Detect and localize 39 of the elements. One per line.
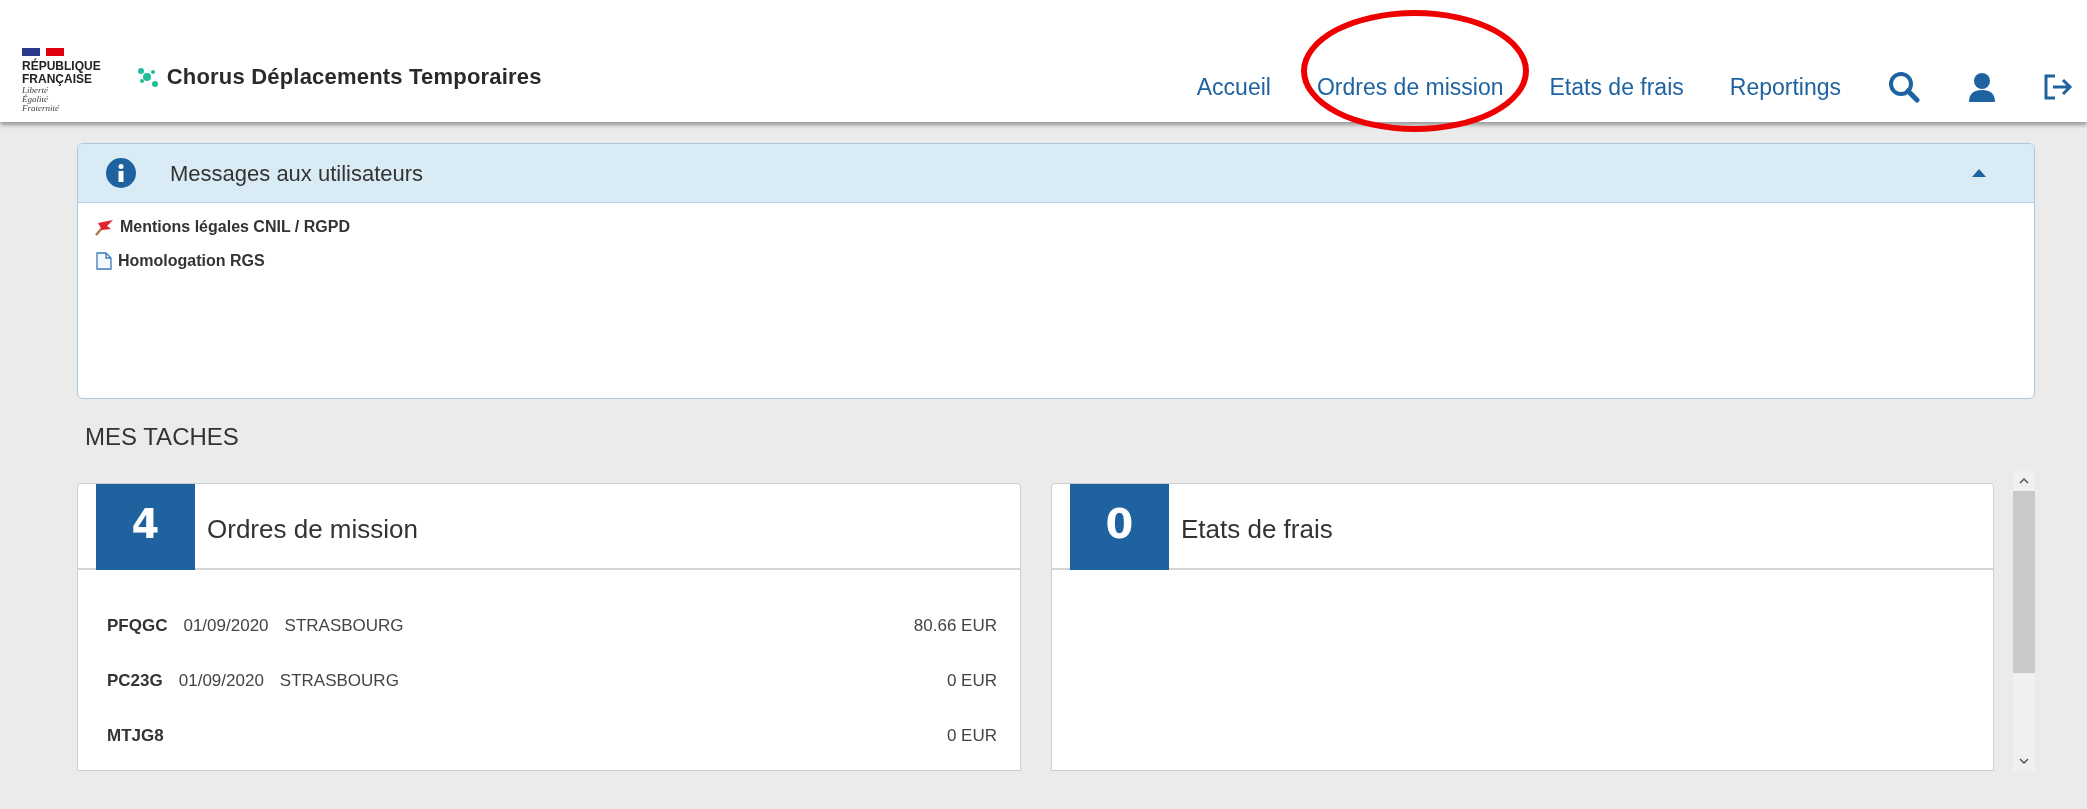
- logout-button[interactable]: [2043, 72, 2073, 103]
- panel-title: Messages aux utilisateurs: [170, 159, 424, 188]
- task-code: MTJG8: [107, 725, 164, 748]
- card-title: Ordres de mission: [207, 513, 418, 546]
- section-title: MES TACHES: [85, 425, 240, 449]
- logo-text: RÉPUBLIQUE: [22, 60, 101, 73]
- message-link[interactable]: Homologation RGS: [118, 249, 265, 273]
- nav-link[interactable]: Reportings: [1729, 74, 1841, 100]
- task-code: PFQGC: [107, 615, 168, 638]
- collapse-caret-icon[interactable]: [1972, 169, 1986, 177]
- flag-icon: [94, 218, 114, 236]
- search-button[interactable]: [1887, 70, 1921, 105]
- motto-text: Fraternité: [22, 104, 60, 113]
- task-city: STRASBOURG: [284, 615, 404, 638]
- motto-text: Liberté: [22, 86, 48, 95]
- message-link[interactable]: Mentions légales CNIL / RGPD: [120, 215, 350, 239]
- info-icon: [106, 158, 136, 188]
- panel-header[interactable]: Messages aux utilisateurs: [78, 144, 2034, 203]
- task-code: PC23G: [107, 670, 163, 693]
- motto-text: Égalité: [22, 95, 48, 104]
- card-title: Etats de frais: [1181, 513, 1333, 546]
- task-city: STRASBOURG: [279, 670, 399, 693]
- network-logo-icon: [136, 66, 159, 87]
- nav-link[interactable]: Accueil: [1196, 74, 1271, 100]
- flag-icon: [22, 48, 64, 56]
- task-amount: 80.66 EUR: [913, 615, 997, 638]
- task-amount: 0 EUR: [946, 725, 997, 748]
- nav-link[interactable]: Etats de frais: [1549, 74, 1684, 100]
- nav-link[interactable]: Ordres de mission: [1316, 74, 1504, 100]
- logo-text: FRANÇAISE: [22, 73, 92, 86]
- count-badge: 0: [1070, 484, 1169, 570]
- count-badge: 4: [96, 484, 195, 570]
- task-date: 01/09/2020: [183, 615, 269, 638]
- user-button[interactable]: [1967, 71, 1997, 104]
- scrollbar[interactable]: [2013, 471, 2035, 771]
- task-date: 01/09/2020: [178, 670, 264, 693]
- document-icon: [96, 252, 112, 270]
- task-amount: 0 EUR: [946, 670, 997, 693]
- app-title: Chorus Déplacements Temporaires: [166, 63, 542, 91]
